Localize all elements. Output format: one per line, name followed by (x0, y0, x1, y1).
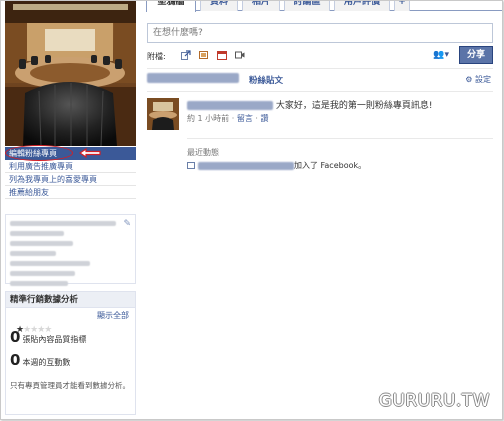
blurred-author-name[interactable] (187, 101, 273, 110)
recent-activity-item: 加入了 Facebook。 (187, 160, 366, 171)
page-info-box: ✎ (5, 214, 136, 286)
post-quality-metric: 0 張貼內容品質指標 (10, 330, 86, 345)
recent-activity-text: 加入了 Facebook。 (294, 161, 367, 170)
tab-info[interactable]: 資料 (200, 1, 238, 11)
show-all-link[interactable]: 顯示全部 (97, 310, 129, 321)
page-profile-photo[interactable] (5, 1, 136, 146)
add-tab-button[interactable]: + (394, 1, 410, 11)
blurred-text (10, 281, 69, 286)
weekly-interactions-value: 0 (10, 351, 21, 369)
add-to-favorites-link[interactable]: 列為我專頁上的喜愛專頁 (5, 173, 136, 186)
tab-discussions[interactable]: 討論區 (284, 1, 330, 11)
post-message: 大家好，這是我的第一則粉絲專頁訊息! (275, 101, 433, 111)
insights-box: 精準行銷數據分析 顯示全部 ★★★★★ 0 張貼內容品質指標 0 本週的互動數 … (5, 291, 136, 415)
blurred-text (10, 271, 76, 276)
like-link[interactable]: 讚 (260, 114, 268, 123)
privacy-selector[interactable]: 👥▾ (433, 50, 449, 60)
event-attach-icon[interactable] (217, 50, 227, 60)
post-meta: 約 1 小時前 · 留言 · 讚 (187, 114, 269, 123)
author-thumbnail (147, 98, 179, 130)
screenshot-frame: 編輯粉絲專頁 利用廣告推廣專頁 列為我專頁上的喜愛專頁 推薦給朋友 ✎ 精準行銷… (0, 0, 503, 420)
blurred-page-name[interactable] (198, 161, 294, 170)
recent-activity-title: 最近動態 (187, 148, 219, 157)
post-time[interactable]: 約 1 小時前 (187, 114, 229, 123)
attach-label: 附檔: (147, 52, 166, 61)
gear-icon: ⚙ (465, 75, 475, 84)
blurred-text (10, 261, 90, 266)
settings-label: 設定 (475, 75, 491, 84)
blurred-text (10, 221, 117, 226)
comment-link[interactable]: 留言 (237, 114, 253, 123)
conference-room-image (5, 1, 136, 146)
pencil-icon[interactable]: ✎ (123, 219, 131, 229)
share-button[interactable]: 分享 (459, 46, 493, 64)
highlight-circle (5, 145, 73, 161)
blurred-text (10, 231, 65, 236)
people-icon: 👥 (433, 50, 445, 60)
page-tabs: 塗鴉牆 資料 相片 討論區 用戶評價 + (146, 1, 502, 12)
suggest-to-friends-link[interactable]: 推薦給朋友 (5, 186, 136, 199)
red-arrow-icon (79, 148, 101, 158)
page-icon (187, 162, 195, 169)
settings-link[interactable]: ⚙ 設定 (465, 74, 491, 85)
link-attach-icon[interactable] (181, 50, 191, 60)
attach-row: 附檔: 👥▾ 分享 (147, 46, 493, 64)
divider (147, 91, 493, 92)
insights-note: 只有專頁管理員才能看到數據分析。 (10, 381, 130, 390)
tab-reviews[interactable]: 用戶評價 (334, 1, 390, 11)
blurred-text (10, 251, 56, 256)
left-nav: 編輯粉絲專頁 利用廣告推廣專頁 列為我專頁上的喜愛專頁 推薦給朋友 (5, 145, 136, 199)
post-author-photo[interactable] (147, 98, 179, 130)
status-composer-input[interactable]: 在想什麼嗎? (147, 23, 493, 43)
post-quality-value: 0 (10, 328, 21, 346)
tab-photos[interactable]: 相片 (242, 1, 280, 11)
watermark: GURURU.TW (378, 391, 490, 411)
divider (147, 68, 493, 69)
insights-title: 精準行銷數據分析 (6, 292, 135, 308)
promote-with-ads-link[interactable]: 利用廣告推廣專頁 (5, 160, 136, 173)
blurred-page-name[interactable] (147, 73, 239, 83)
photo-attach-icon[interactable] (199, 50, 209, 60)
post-quality-label: 張貼內容品質指標 (22, 335, 87, 344)
feed-filter-row: 粉絲貼文 ⚙ 設定 (147, 73, 493, 87)
blurred-text (10, 241, 73, 246)
video-attach-icon[interactable] (235, 50, 245, 60)
weekly-interactions-label: 本週的互動數 (22, 358, 71, 367)
divider (187, 138, 493, 139)
chevron-down-icon: ▾ (444, 50, 449, 60)
tab-wall[interactable]: 塗鴉牆 (146, 1, 196, 12)
fan-posts-filter[interactable]: 粉絲貼文 (249, 74, 283, 86)
post-body: 大家好，這是我的第一則粉絲專頁訊息! (187, 98, 487, 111)
weekly-interactions-metric: 0 本週的互動數 (10, 353, 70, 368)
